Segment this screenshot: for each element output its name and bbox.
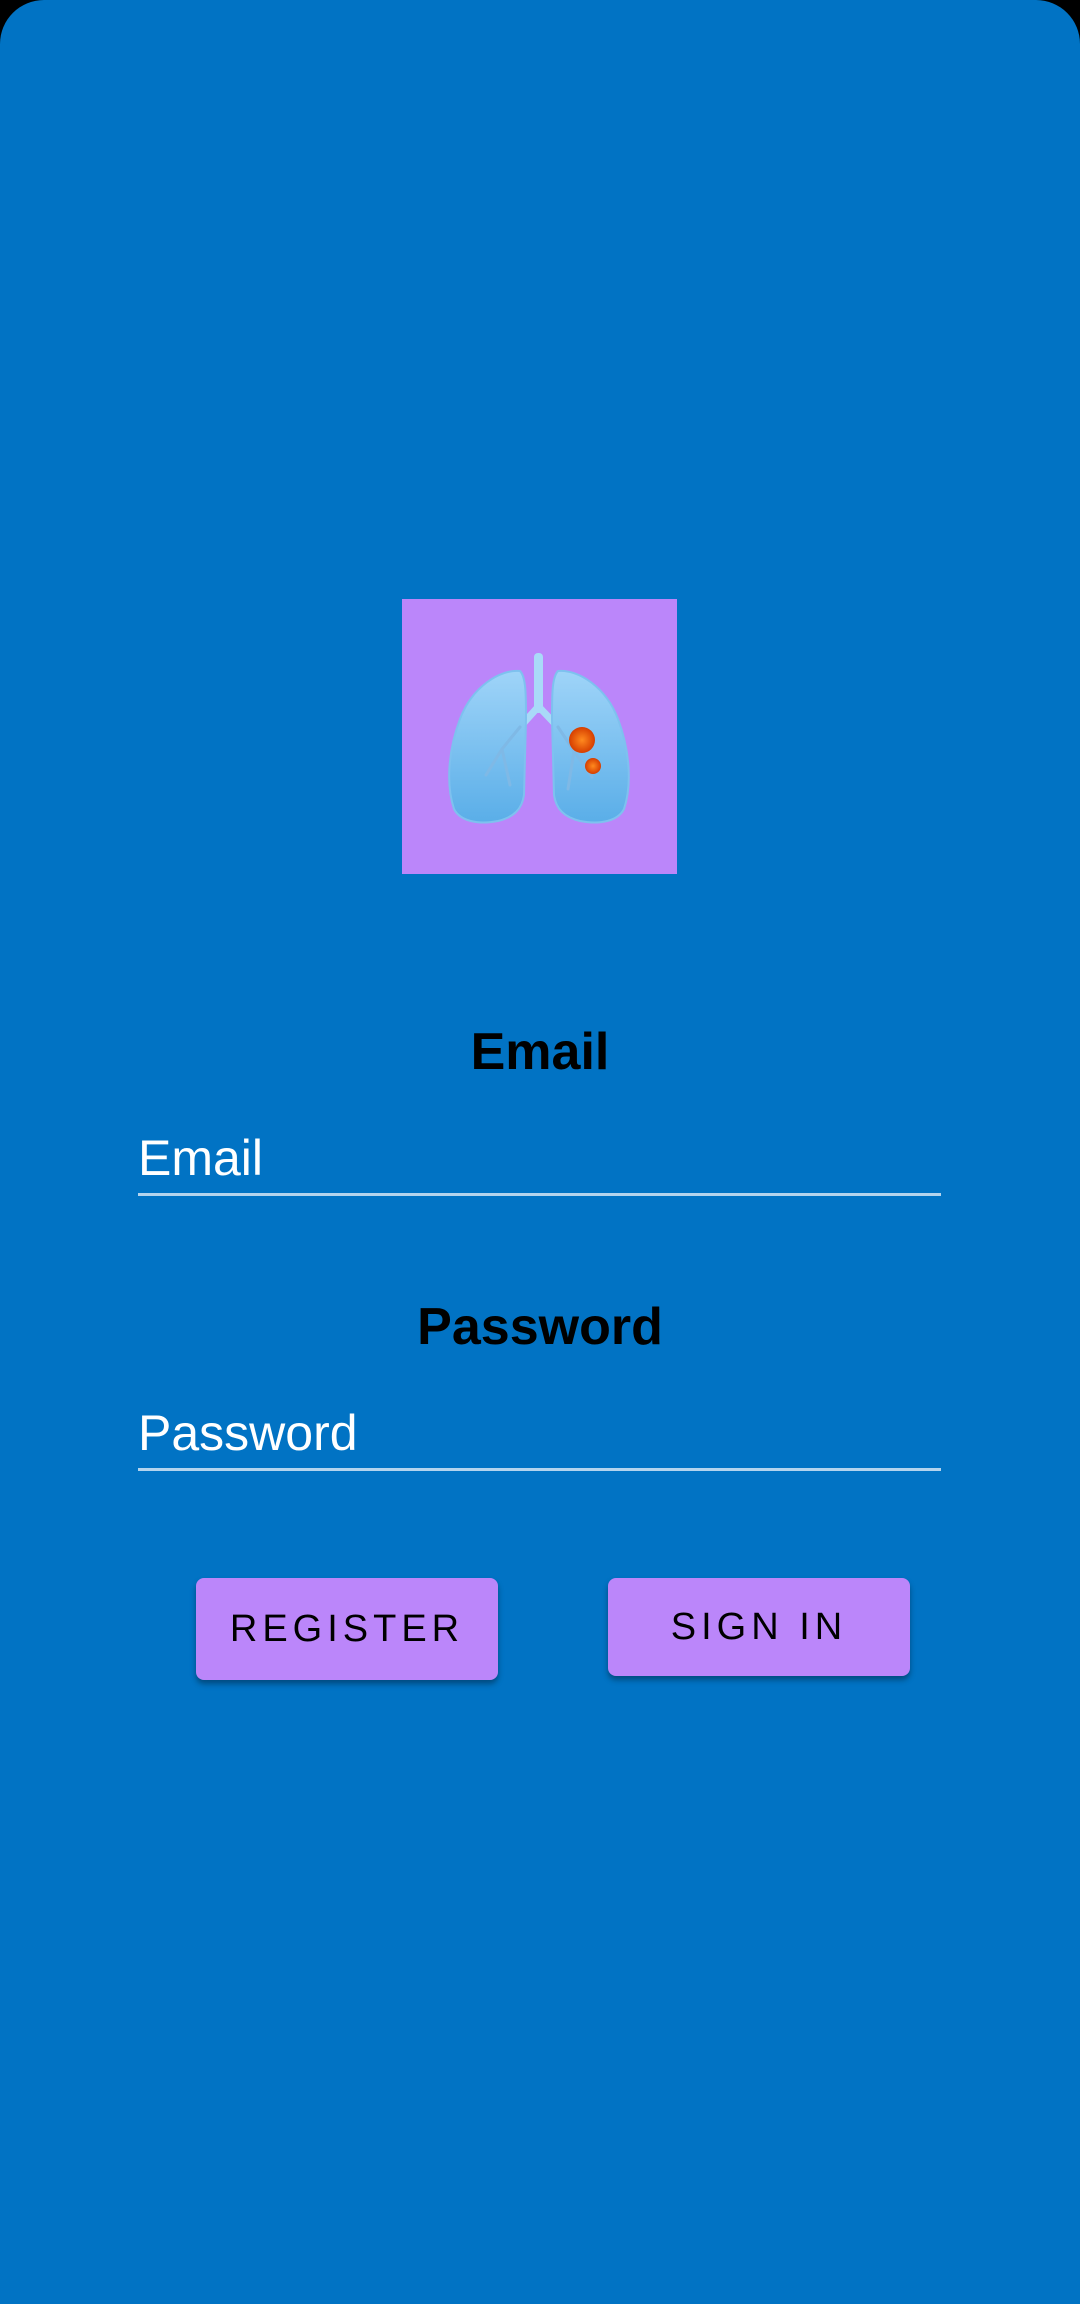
app-logo <box>402 599 677 874</box>
password-field-wrapper <box>138 1398 941 1471</box>
email-field-wrapper <box>138 1123 941 1196</box>
email-label: Email <box>470 1023 610 1081</box>
password-field[interactable] <box>138 1398 941 1468</box>
lungs-icon <box>448 653 630 824</box>
login-screen: Email Password REGISTER SIGN IN <box>0 0 1080 2304</box>
email-field[interactable] <box>138 1123 941 1193</box>
sign-in-button[interactable]: SIGN IN <box>608 1578 910 1676</box>
register-button[interactable]: REGISTER <box>196 1578 498 1680</box>
password-label: Password <box>417 1298 663 1356</box>
